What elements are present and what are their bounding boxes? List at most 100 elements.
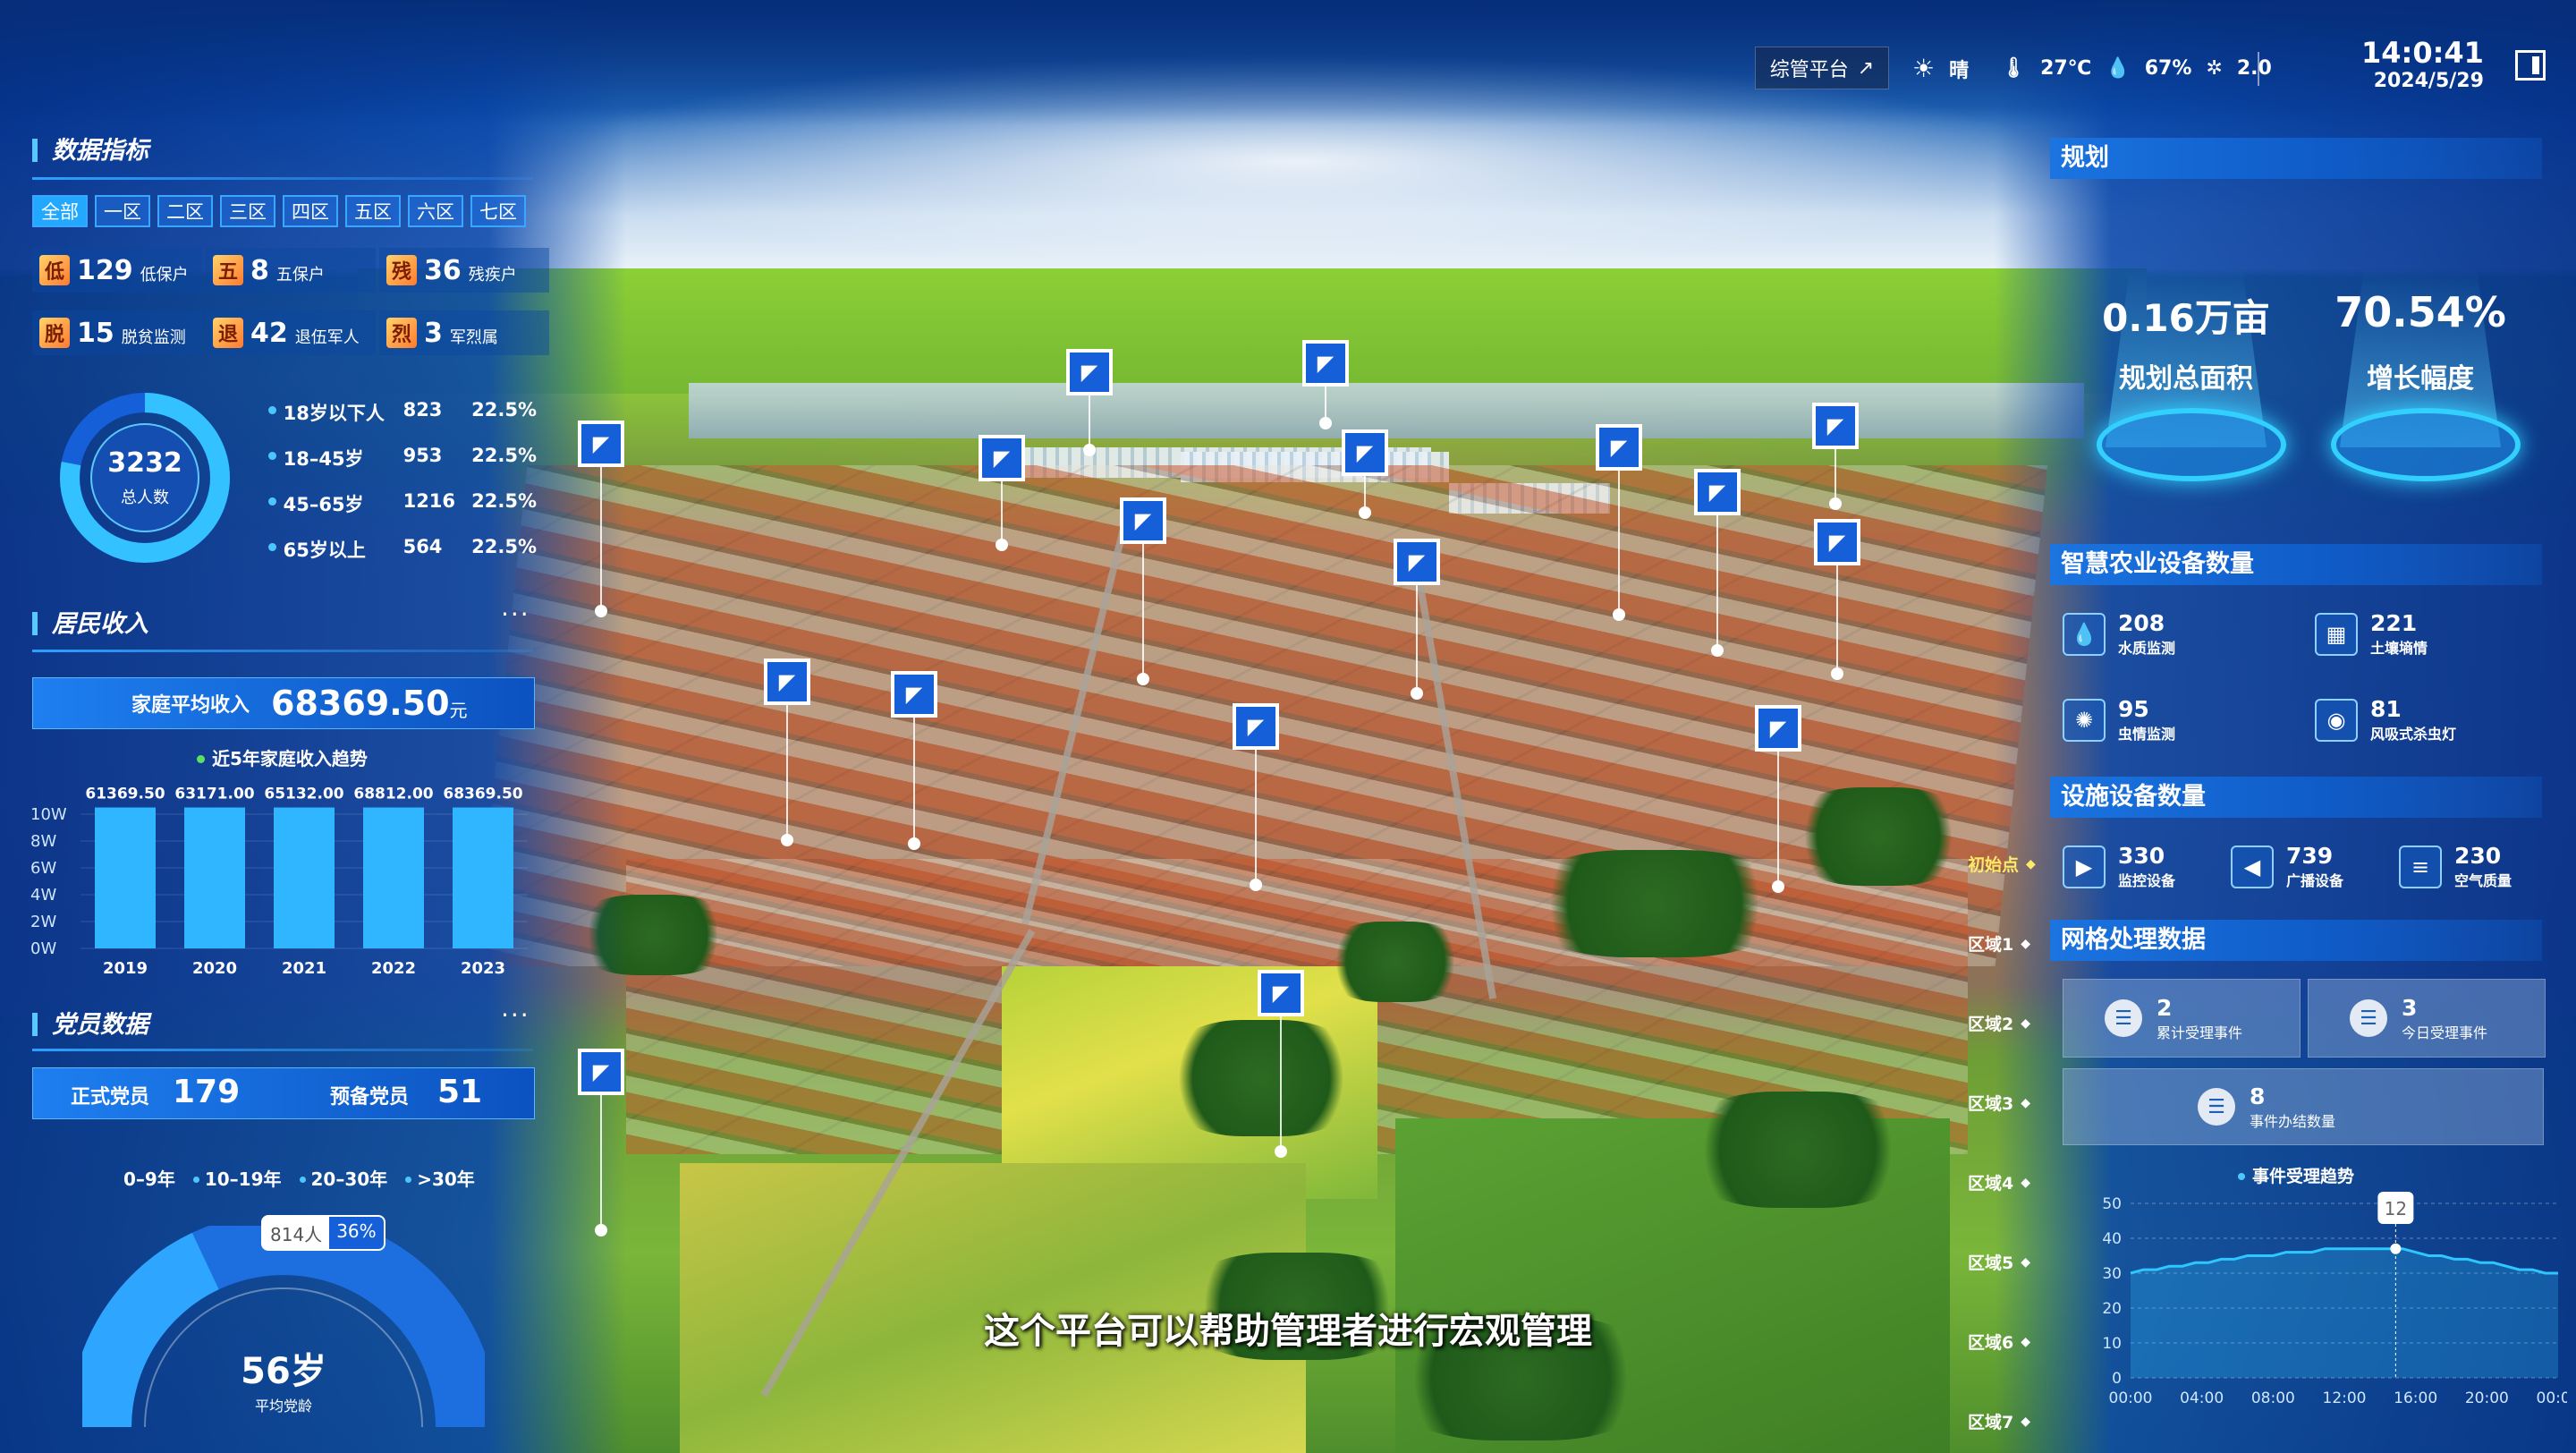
age-group-row: 18–45岁 953 22.5% <box>268 445 537 472</box>
grid-card-value: 3 <box>2402 994 2418 1021</box>
income-trend-label: 近5年家庭收入趋势 <box>197 744 368 770</box>
tab-district-5[interactable]: 五区 <box>345 195 401 227</box>
zone-marker[interactable]: 初始点 ◆ <box>1968 852 2036 876</box>
gauge-label: 平均党龄 <box>254 1398 312 1415</box>
party-more-button[interactable]: ··· <box>501 1000 530 1030</box>
stat-card[interactable]: 残 36 残疾户 <box>379 248 549 293</box>
camera-marker[interactable]: ◤ <box>1694 469 1741 515</box>
age-group-pct: 22.5% <box>471 490 537 512</box>
surveillance-camera-icon: ◤ <box>1708 480 1726 505</box>
camera-pin-dot <box>1411 687 1423 700</box>
camera-marker[interactable]: ◤ <box>891 671 937 718</box>
zone-marker[interactable]: 区域5 ◆ <box>1968 1250 2030 1274</box>
camera-marker[interactable]: ◤ <box>1258 970 1304 1016</box>
plan-area-label: 规划总面积 <box>2119 363 2253 395</box>
agri-device-item[interactable]: ✺ 95 虫情监测 <box>2063 696 2175 743</box>
age-group-name: 65岁以上 <box>283 540 366 561</box>
avg-income-box: 家庭平均收入 68369.50 元 <box>32 677 535 729</box>
y-tick-label: 2W <box>30 913 56 931</box>
facility-device-item[interactable]: ▶ 330 监控设备 <box>2063 843 2175 890</box>
grid-event-card[interactable]: ☰ 8 事件办结数量 <box>2063 1068 2544 1145</box>
formal-label: 正式党员 <box>71 1086 150 1109</box>
video-caption: 这个平台可以帮助管理者进行宏观管理 <box>984 1311 1592 1352</box>
surveillance-camera-icon: ◤ <box>1408 549 1426 574</box>
diamond-icon: ◆ <box>2021 936 2031 951</box>
camera-marker[interactable]: ◤ <box>764 659 810 705</box>
bar-value-label: 61369.50 <box>85 786 165 803</box>
income-bar[interactable] <box>184 807 245 949</box>
household-badge-icon: 低 <box>39 255 70 285</box>
camera-marker[interactable]: ◤ <box>1120 497 1166 544</box>
agri-device-item[interactable]: ◉ 81 风吸式杀虫灯 <box>2315 696 2456 743</box>
camera-marker[interactable]: ◤ <box>1814 519 1860 565</box>
camera-marker[interactable]: ◤ <box>1302 340 1349 387</box>
camera-marker[interactable]: ◤ <box>1233 703 1279 750</box>
device-label: 风吸式杀虫灯 <box>2370 726 2457 743</box>
hover-point[interactable] <box>2390 1243 2402 1254</box>
tab-district-0[interactable]: 全部 <box>32 195 88 227</box>
camera-marker[interactable]: ◤ <box>578 1049 624 1095</box>
device-count: 208 <box>2118 610 2165 636</box>
income-more-button[interactable]: ··· <box>501 599 530 629</box>
stat-card[interactable]: 烈 3 军烈属 <box>379 310 549 355</box>
age-group-count: 564 <box>402 536 443 557</box>
age-group-row: 18岁以下人 823 22.5% <box>268 399 537 426</box>
age-group-row: 45–65岁 1216 22.5% <box>268 490 537 517</box>
weather-text: 晴 <box>1949 59 1970 82</box>
camera-pin-stem <box>1835 449 1836 503</box>
legend-dot <box>268 497 276 506</box>
age-group-pct: 22.5% <box>471 445 537 466</box>
surveillance-camera-icon: ◤ <box>592 1059 610 1084</box>
camera-marker[interactable]: ◤ <box>1755 705 1801 752</box>
zone-marker[interactable]: 区域4 ◆ <box>1968 1170 2030 1194</box>
stat-card[interactable]: 退 42 退伍军人 <box>206 310 376 355</box>
income-bar[interactable] <box>453 807 513 949</box>
zone-marker[interactable]: 区域1 ◆ <box>1968 931 2030 956</box>
income-title: 居民收入 <box>32 604 148 639</box>
camera-marker[interactable]: ◤ <box>1596 424 1642 471</box>
grid-event-card[interactable]: ☰ 2 累计受理事件 <box>2063 979 2301 1058</box>
camera-marker[interactable]: ◤ <box>578 421 624 467</box>
stat-card[interactable]: 五 8 五保户 <box>206 248 376 293</box>
camera-marker[interactable]: ◤ <box>1342 429 1388 476</box>
surveillance-camera-icon: ◤ <box>1610 435 1628 460</box>
tab-district-3[interactable]: 三区 <box>220 195 275 227</box>
income-bar[interactable] <box>274 807 335 949</box>
facility-device-item[interactable]: ◀ 739 广播设备 <box>2231 843 2343 890</box>
age-group-pct: 22.5% <box>471 536 537 557</box>
agri-device-item[interactable]: ▦ 221 土壤墒情 <box>2315 610 2428 658</box>
income-bar[interactable] <box>95 807 156 949</box>
tab-district-7[interactable]: 七区 <box>470 195 526 227</box>
camera-pin-dot <box>1829 497 1842 510</box>
tab-district-4[interactable]: 四区 <box>283 195 338 227</box>
platform-button[interactable]: 综管平台 ↗ <box>1755 47 1889 89</box>
bar-value-label: 65132.00 <box>264 786 343 803</box>
facility-device-item[interactable]: ≡ 230 空气质量 <box>2399 843 2512 890</box>
stat-value: 42 <box>250 317 288 349</box>
tab-district-6[interactable]: 六区 <box>408 195 463 227</box>
camera-marker[interactable]: ◤ <box>1394 539 1440 585</box>
camera-icon: ▶ <box>2063 845 2106 888</box>
camera-marker[interactable]: ◤ <box>979 435 1025 481</box>
layout-toggle-icon[interactable] <box>2515 50 2546 81</box>
external-link-icon: ↗ <box>1857 56 1875 80</box>
zone-marker[interactable]: 区域7 ◆ <box>1968 1409 2030 1433</box>
diamond-icon: ◆ <box>2021 1015 2031 1031</box>
camera-marker[interactable]: ◤ <box>1066 349 1113 395</box>
stat-card[interactable]: 脱 15 脱贫监测 <box>32 310 202 355</box>
zone-marker[interactable]: 区域3 ◆ <box>1968 1091 2030 1115</box>
humidity-icon: 💧 <box>2106 57 2131 80</box>
x-tick-label: 00:00 <box>2537 1389 2568 1407</box>
plan-growth-pedestal <box>2331 408 2521 481</box>
tab-district-2[interactable]: 二区 <box>157 195 213 227</box>
tab-district-1[interactable]: 一区 <box>95 195 150 227</box>
agri-device-item[interactable]: 💧 208 水质监测 <box>2063 610 2175 658</box>
water-drop-icon: 💧 <box>2063 612 2106 656</box>
zone-marker[interactable]: 区域2 ◆ <box>1968 1011 2030 1035</box>
grid-event-card[interactable]: ☰ 3 今日受理事件 <box>2308 979 2546 1058</box>
camera-marker[interactable]: ◤ <box>1812 403 1859 449</box>
income-bar[interactable] <box>363 807 424 949</box>
stat-label: 退伍军人 <box>294 328 360 347</box>
stat-card[interactable]: 低 129 低保户 <box>32 248 202 293</box>
legend-dot <box>268 543 276 551</box>
